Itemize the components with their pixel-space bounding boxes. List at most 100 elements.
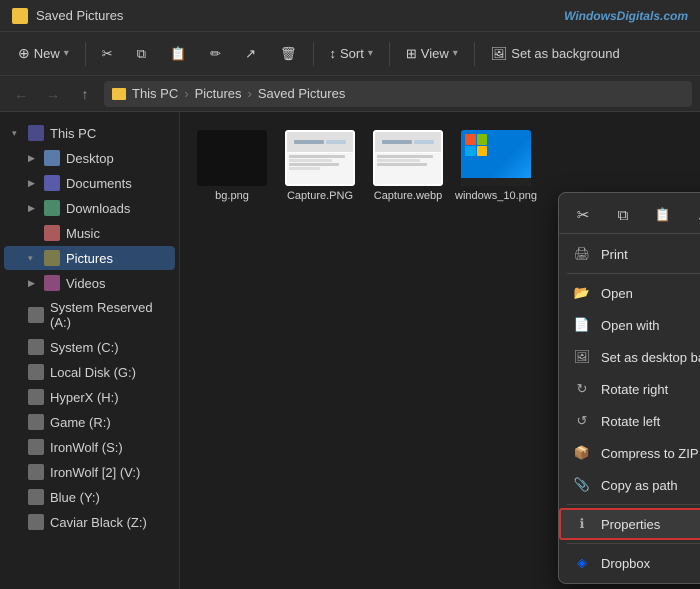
sort-icon: ↕ bbox=[330, 46, 337, 61]
print-icon: 🖨 bbox=[573, 245, 591, 263]
file-item-bg[interactable]: bg.png bbox=[192, 124, 272, 208]
pic-arrow: ▾ bbox=[28, 253, 38, 264]
toolbar-separator-3 bbox=[389, 42, 390, 66]
sidebar-item-game[interactable]: Game (R:) bbox=[4, 410, 175, 434]
ctx-share-button[interactable]: ↗ bbox=[691, 203, 700, 227]
delete-icon: 🗑 bbox=[280, 46, 297, 62]
context-menu: ✂ ⧉ 📋 ↗ 🗑 🖨 Print 📂 Open Enter 📄 O bbox=[558, 192, 700, 584]
new-button[interactable]: ⊕ New ▾ bbox=[8, 41, 79, 66]
toolbar-separator-2 bbox=[313, 42, 314, 66]
file-item-windows10[interactable]: windows_10.png bbox=[456, 124, 536, 208]
share-button[interactable]: ↗ bbox=[235, 42, 266, 66]
sidebar-item-ironwolf[interactable]: IronWolf (S:) bbox=[4, 435, 175, 459]
properties-icon: ℹ bbox=[573, 515, 591, 533]
caviar-label: Caviar Black (Z:) bbox=[50, 515, 147, 530]
back-button[interactable]: ← bbox=[8, 81, 34, 107]
file-name-bg: bg.png bbox=[215, 190, 249, 202]
view-label: View bbox=[421, 46, 449, 61]
ctx-properties-item[interactable]: ℹ Properties Alt+Enter bbox=[559, 508, 700, 540]
ctx-dropbox-item[interactable]: ◈ Dropbox ▶ bbox=[559, 547, 700, 579]
sysreserved-icon bbox=[28, 307, 44, 323]
sidebar-item-ironwolf2[interactable]: IronWolf [2] (V:) bbox=[4, 460, 175, 484]
sidebar-item-caviar[interactable]: Caviar Black (Z:) bbox=[4, 510, 175, 534]
hyperx-icon bbox=[28, 389, 44, 405]
sidebar-item-localg[interactable]: Local Disk (G:) bbox=[4, 360, 175, 384]
sort-label: Sort bbox=[340, 46, 364, 61]
file-thumb-windows10 bbox=[461, 130, 531, 186]
ironwolf2-label: IronWolf [2] (V:) bbox=[50, 465, 140, 480]
ctx-print-item[interactable]: 🖨 Print bbox=[559, 238, 700, 270]
sidebar-item-documents[interactable]: ▶ Documents bbox=[4, 171, 175, 195]
copy-icon: ⧉ bbox=[137, 46, 146, 62]
sidebar-item-hyperx[interactable]: HyperX (H:) bbox=[4, 385, 175, 409]
rotateleft-icon: ↺ bbox=[573, 412, 591, 430]
set-background-button[interactable]: 🖼 Set as background bbox=[481, 42, 630, 66]
sidebar-item-sysreserved[interactable]: System Reserved (A:) bbox=[4, 296, 175, 334]
systemc-icon bbox=[28, 339, 44, 355]
background-icon: 🖼 bbox=[491, 46, 508, 62]
ctx-cut-button[interactable]: ✂ bbox=[571, 203, 595, 227]
sidebar-item-desktop[interactable]: ▶ Desktop bbox=[4, 146, 175, 170]
file-thumb-capture bbox=[285, 130, 355, 186]
rename-button[interactable]: ✏ bbox=[200, 42, 231, 66]
view-chevron: ▾ bbox=[453, 48, 458, 59]
ironwolf-label: IronWolf (S:) bbox=[50, 440, 123, 455]
toolbar: ⊕ New ▾ ✂ ⧉ 📋 ✏ ↗ 🗑 ↕ Sort ▾ ⊞ View ▾ 🖼 … bbox=[0, 32, 700, 76]
ctx-zip-label: Compress to ZIP file bbox=[601, 446, 700, 461]
ctx-zip-item[interactable]: 📦 Compress to ZIP file bbox=[559, 437, 700, 469]
ctx-copy-button[interactable]: ⧉ bbox=[611, 203, 635, 227]
sidebar-item-music[interactable]: Music bbox=[4, 221, 175, 245]
ctx-paste-button[interactable]: 📋 bbox=[651, 203, 675, 227]
localg-label: Local Disk (G:) bbox=[50, 365, 136, 380]
ctx-openwith-item[interactable]: 📄 Open with ▶ bbox=[559, 309, 700, 341]
sidebar-item-thispc[interactable]: ▾ This PC bbox=[4, 121, 175, 145]
title-bar-text: Saved Pictures bbox=[36, 8, 123, 23]
ctx-dropbox-label: Dropbox bbox=[601, 556, 650, 571]
delete-button[interactable]: 🗑 bbox=[270, 42, 307, 66]
sidebar-item-systemc[interactable]: System (C:) bbox=[4, 335, 175, 359]
sidebar-item-videos[interactable]: ▶ Videos bbox=[4, 271, 175, 295]
folder-icon bbox=[12, 8, 28, 24]
ironwolf2-icon bbox=[28, 464, 44, 480]
content-area: bg.png Capture.PNG bbox=[180, 112, 700, 589]
file-item-capture[interactable]: Capture.PNG bbox=[280, 124, 360, 208]
sidebar-item-downloads[interactable]: ▶ Downloads bbox=[4, 196, 175, 220]
ctx-rotateright-item[interactable]: ↻ Rotate right bbox=[559, 373, 700, 405]
sidebar-item-pictures[interactable]: ▾ Pictures bbox=[4, 246, 175, 270]
zip-icon: 📦 bbox=[573, 444, 591, 462]
address-path[interactable]: This PC › Pictures › Saved Pictures bbox=[104, 81, 692, 107]
copypath-icon: 📎 bbox=[573, 476, 591, 494]
file-item-capturewebp[interactable]: Capture.webp bbox=[368, 124, 448, 208]
ctx-open-item[interactable]: 📂 Open Enter bbox=[559, 277, 700, 309]
ctx-sep-3 bbox=[567, 543, 700, 544]
ctx-setdesktop-item[interactable]: 🖼 Set as desktop background bbox=[559, 341, 700, 373]
up-button[interactable]: ↑ bbox=[72, 81, 98, 107]
copy-button[interactable]: ⧉ bbox=[127, 42, 156, 66]
downloads-label: Downloads bbox=[66, 201, 130, 216]
path-sep-1: › bbox=[184, 86, 188, 101]
view-button[interactable]: ⊞ View ▾ bbox=[396, 42, 468, 66]
toolbar-separator-4 bbox=[474, 42, 475, 66]
ctx-setdesktop-label: Set as desktop background bbox=[601, 350, 700, 365]
music-label: Music bbox=[66, 226, 100, 241]
paste-button[interactable]: 📋 bbox=[160, 42, 196, 66]
ctx-rotateleft-item[interactable]: ↺ Rotate left bbox=[559, 405, 700, 437]
forward-button[interactable]: → bbox=[40, 81, 66, 107]
ctx-copypath-label: Copy as path bbox=[601, 478, 678, 493]
file-name-capture: Capture.PNG bbox=[287, 190, 353, 202]
sidebar-item-blue[interactable]: Blue (Y:) bbox=[4, 485, 175, 509]
sort-button[interactable]: ↕ Sort ▾ bbox=[320, 42, 383, 65]
cut-button[interactable]: ✂ bbox=[92, 42, 123, 66]
music-icon bbox=[44, 225, 60, 241]
rotateright-icon: ↻ bbox=[573, 380, 591, 398]
caviar-icon bbox=[28, 514, 44, 530]
ctx-copypath-item[interactable]: 📎 Copy as path bbox=[559, 469, 700, 501]
path-folder-icon bbox=[112, 88, 126, 100]
ctx-properties-label: Properties bbox=[601, 517, 660, 532]
dropbox-icon: ◈ bbox=[573, 554, 591, 572]
sort-chevron: ▾ bbox=[368, 48, 373, 59]
thispc-arrow: ▾ bbox=[12, 128, 22, 139]
sidebar: ▾ This PC ▶ Desktop ▶ Documents ▶ Downlo… bbox=[0, 112, 180, 589]
cut-icon: ✂ bbox=[102, 46, 113, 62]
docs-icon bbox=[44, 175, 60, 191]
